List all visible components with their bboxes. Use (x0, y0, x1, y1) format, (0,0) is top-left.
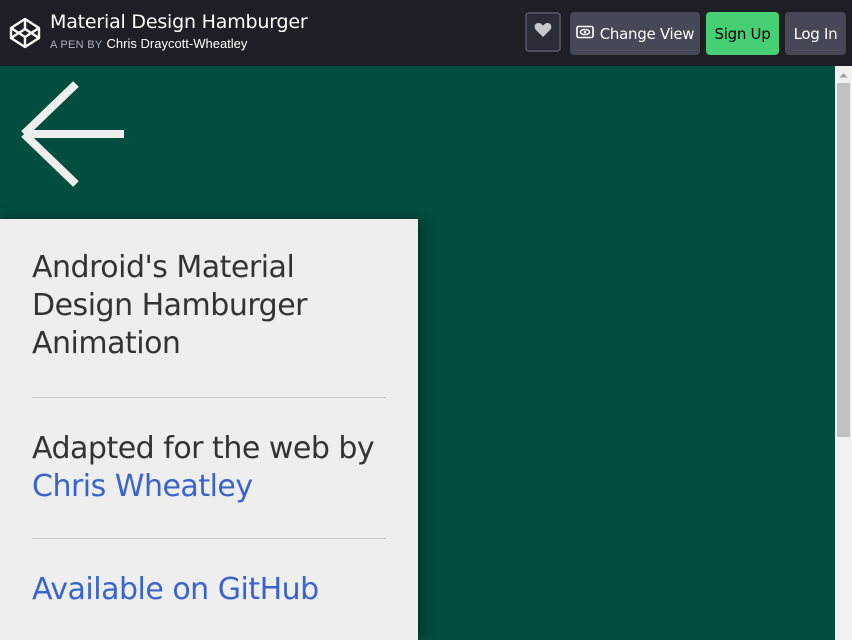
vertical-scrollbar[interactable] (835, 66, 852, 640)
adapted-prefix: Adapted for the web by (32, 431, 375, 466)
card-heading: Android's Material Design Hamburger Anim… (32, 250, 307, 361)
codepen-logo-icon[interactable] (8, 16, 42, 50)
topbar: Material Design Hamburger A PEN BY Chris … (0, 0, 852, 66)
log-in-button[interactable]: Log In (785, 12, 846, 55)
divider (32, 538, 386, 539)
eye-icon (575, 25, 600, 43)
byline-prefix: A PEN BY (50, 39, 103, 51)
pen-byline: A PEN BY Chris Draycott-Wheatley (50, 36, 247, 51)
change-view-label: Change View (599, 24, 695, 43)
sign-up-button[interactable]: Sign Up (706, 12, 779, 55)
adapted-text: Adapted for the web by Chris Wheatley (32, 430, 402, 506)
author-link[interactable]: Chris Draycott-Wheatley (107, 36, 248, 51)
info-card: Android's Material Design Hamburger Anim… (0, 219, 418, 640)
heart-button[interactable] (525, 12, 561, 52)
author-link[interactable]: Chris Wheatley (32, 469, 253, 504)
github-link[interactable]: Available on GitHub (32, 571, 319, 609)
scrollbar-thumb[interactable] (837, 83, 850, 437)
back-arrow-icon[interactable] (16, 78, 128, 190)
divider (32, 397, 386, 398)
change-view-button[interactable]: Change View (570, 12, 700, 55)
heart-icon (534, 22, 552, 43)
scroll-up-arrow-icon[interactable] (835, 66, 852, 83)
pen-title: Material Design Hamburger (50, 11, 308, 33)
